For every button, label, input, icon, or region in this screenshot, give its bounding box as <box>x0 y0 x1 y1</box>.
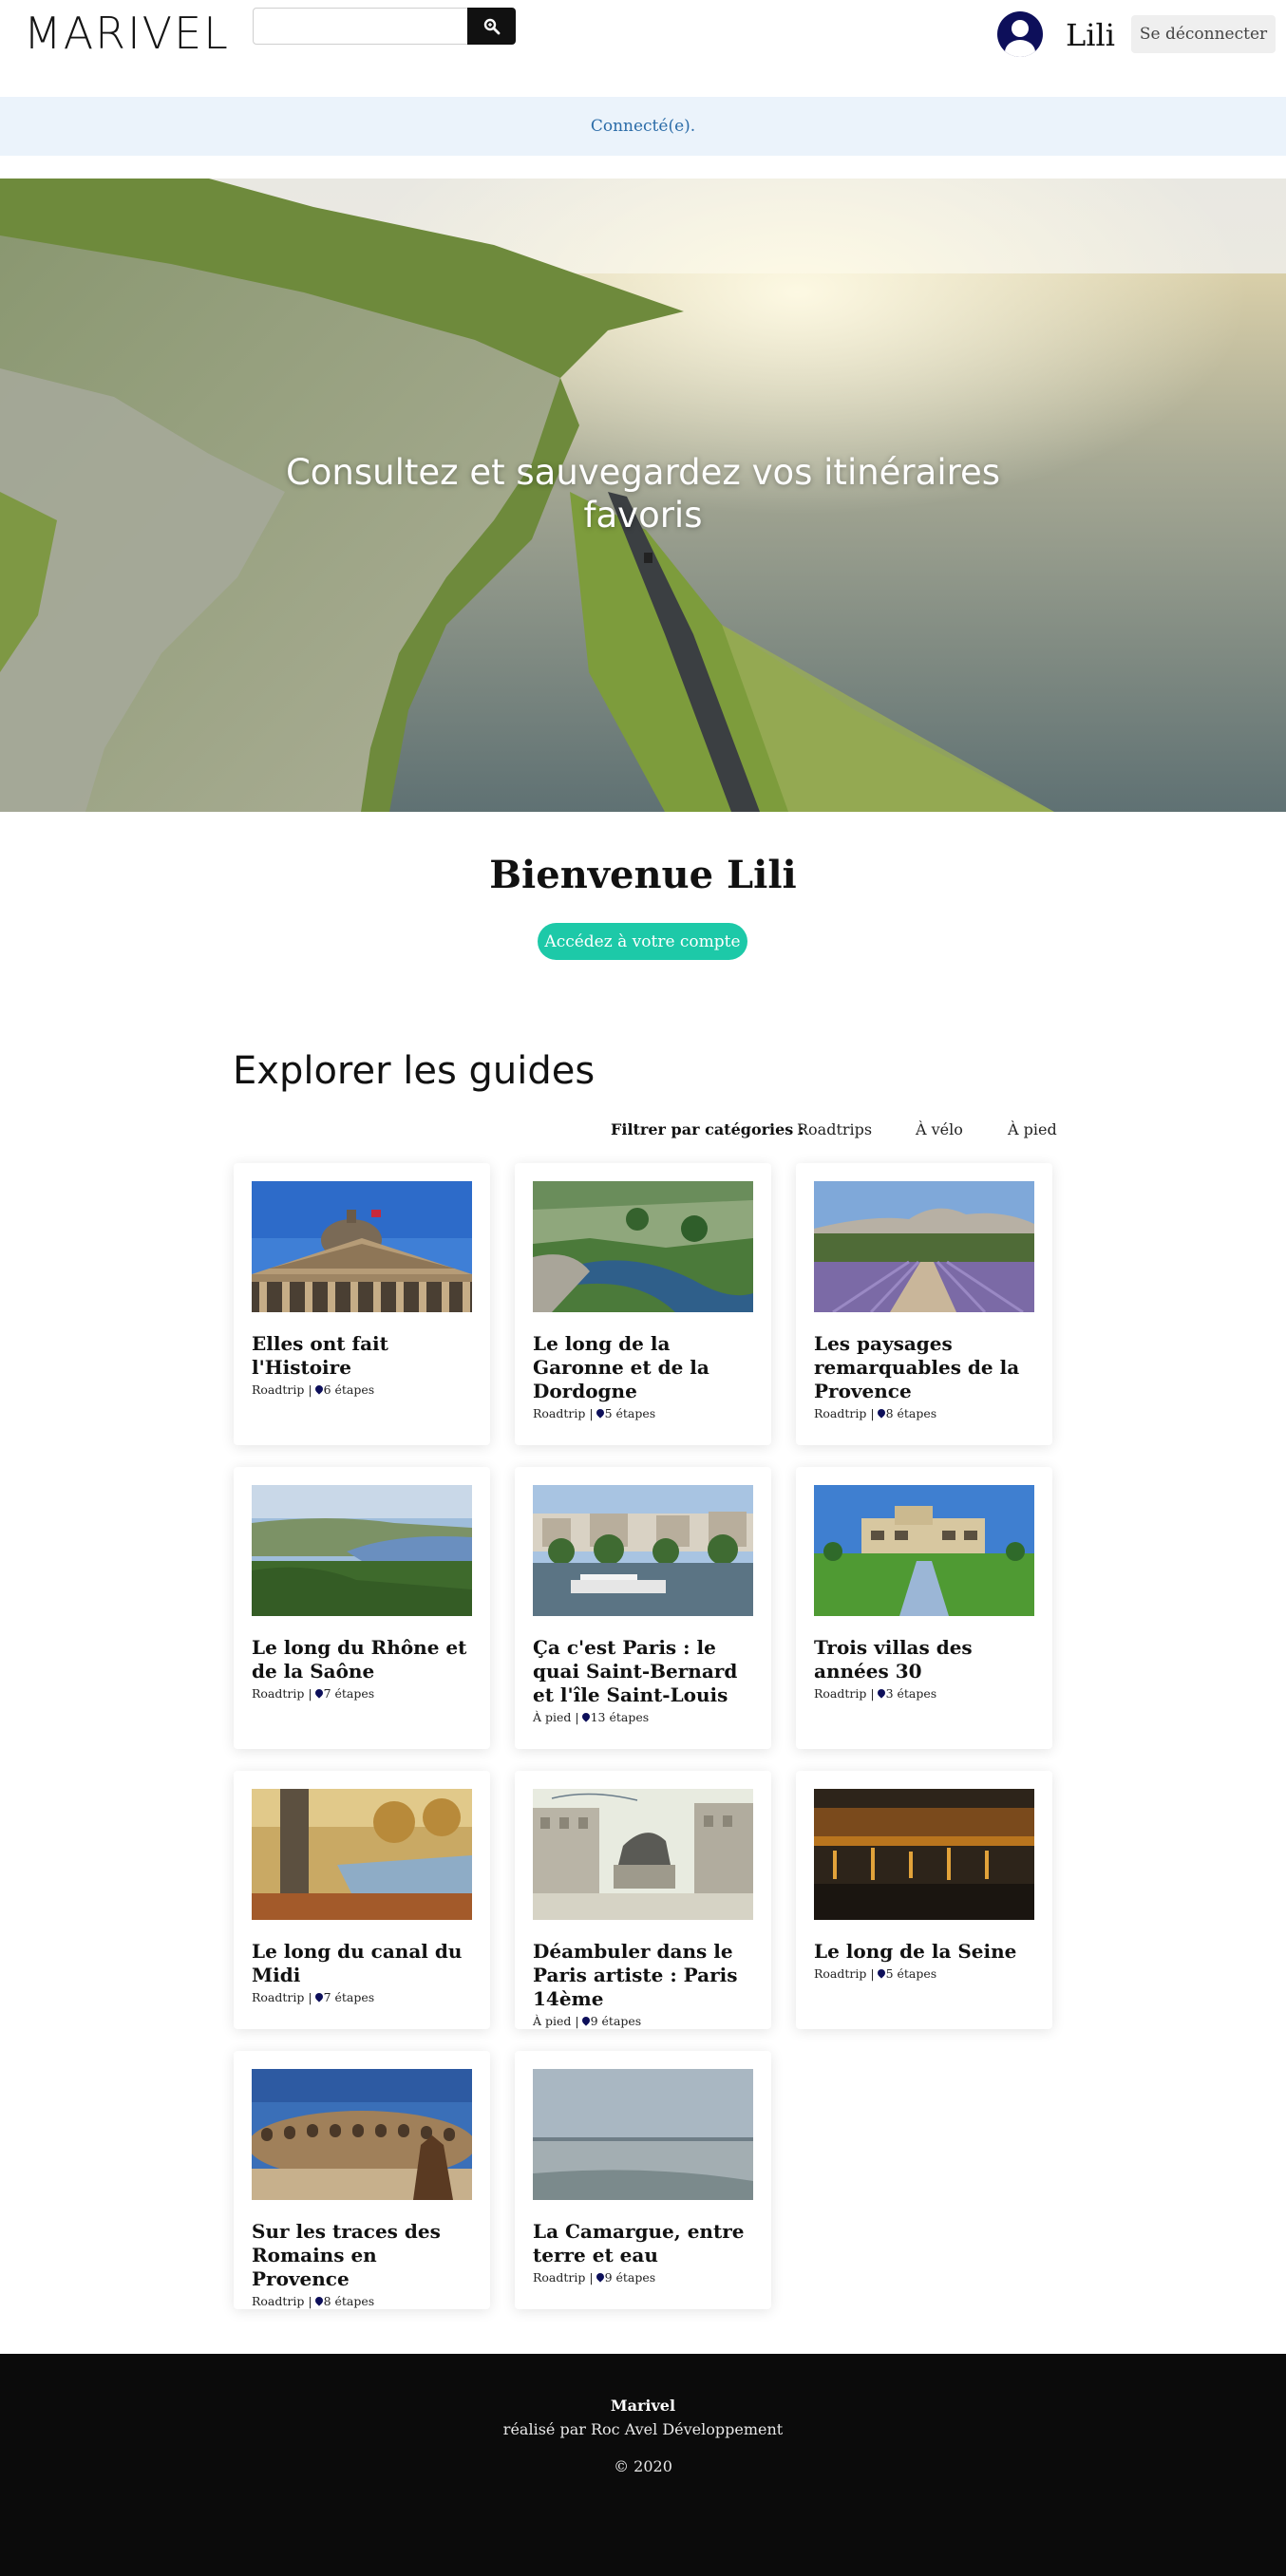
guide-image-seine <box>814 1789 1034 1920</box>
flash-message: Connecté(e). <box>0 97 1286 156</box>
search-icon <box>483 18 500 34</box>
map-marker-icon <box>875 1687 887 1699</box>
guide-meta: À pied | 13 étapes <box>533 1710 650 1724</box>
map-marker-icon <box>579 1711 592 1722</box>
hero-title: Consultez et sauvegardez vos itinéraires… <box>285 452 1001 536</box>
guide-image-paris-14 <box>533 1789 753 1920</box>
guide-meta: Roadtrip | 6 étapes <box>252 1382 375 1397</box>
guide-image-provence <box>814 1181 1034 1312</box>
guide-title: Le long du canal du Midi Roadtrip | 7 éta… <box>252 1940 476 2006</box>
guide-card[interactable]: Le long du canal du Midi Roadtrip | 7 éta… <box>234 1771 490 2029</box>
account-button[interactable]: Accédez à votre compte <box>538 923 747 960</box>
logout-button[interactable]: Se déconnecter <box>1131 15 1276 53</box>
guide-card[interactable]: Elles ont fait l'Histoire Roadtrip | 6 ét… <box>234 1163 490 1445</box>
guide-image-dordogne <box>533 1181 753 1312</box>
guide-title: Trois villas des années 30 Roadtrip | 3 é… <box>814 1636 1038 1702</box>
guide-card[interactable]: Le long de la Garonne et de la Dordogne … <box>515 1163 771 1445</box>
map-marker-icon <box>312 1991 325 2003</box>
site-header: MARIVEL Lili Se déconnecter <box>0 0 1286 68</box>
guide-title: Elles ont fait l'Histoire Roadtrip | 6 ét… <box>252 1332 476 1399</box>
map-marker-icon <box>875 1407 887 1419</box>
guide-image-rhone <box>252 1485 472 1616</box>
site-logo[interactable]: MARIVEL <box>24 8 230 59</box>
guide-card[interactable]: Le long de la Seine Roadtrip | 5 étapes <box>796 1771 1052 2029</box>
guide-image-pantheon <box>252 1181 472 1312</box>
footer-copyright: © 2020 <box>614 2457 672 2475</box>
guide-meta: Roadtrip | 5 étapes <box>814 1966 937 1981</box>
guide-meta: Roadtrip | 8 étapes <box>252 2294 375 2308</box>
guide-image-villas <box>814 1485 1034 1616</box>
filter-label: Filtrer par catégories : <box>611 1120 804 1138</box>
guide-card[interactable]: La Camargue, entre terre et eau Roadtrip… <box>515 2051 771 2309</box>
map-marker-icon <box>875 1967 887 1979</box>
welcome-title: Bienvenue Lili <box>489 853 797 897</box>
guide-title: La Camargue, entre terre et eau Roadtrip… <box>533 2220 757 2286</box>
guide-title: Les paysages remarquables de la Provence… <box>814 1332 1038 1422</box>
guide-card[interactable]: Déambuler dans le Paris artiste : Paris … <box>515 1771 771 2029</box>
guide-card[interactable]: Ça c'est Paris : le quai Saint-Bernard e… <box>515 1467 771 1749</box>
guide-title: Le long de la Seine Roadtrip | 5 étapes <box>814 1940 1038 1983</box>
map-marker-icon <box>579 2015 592 2026</box>
guide-card[interactable]: Sur les traces des Romains en Provence R… <box>234 2051 490 2309</box>
guide-image-camargue <box>533 2069 753 2200</box>
guide-card[interactable]: Le long du Rhône et de la Saône Roadtrip… <box>234 1467 490 1749</box>
user-circle-icon[interactable] <box>997 11 1043 57</box>
guide-card[interactable]: Les paysages remarquables de la Provence… <box>796 1163 1052 1445</box>
guide-meta: Roadtrip | 9 étapes <box>533 2270 656 2285</box>
guide-image-paris-quai <box>533 1485 753 1616</box>
guide-title: Déambuler dans le Paris artiste : Paris … <box>533 1940 757 2030</box>
map-marker-icon <box>312 1383 325 1395</box>
site-footer: Marivel réalisé par Roc Avel Développeme… <box>0 2354 1286 2576</box>
guide-meta: À pied | 9 étapes <box>533 2014 642 2028</box>
filter-roadtrips[interactable]: Roadtrips <box>797 1120 872 1138</box>
guide-meta: Roadtrip | 5 étapes <box>533 1406 656 1420</box>
footer-brand: Marivel <box>610 2397 676 2415</box>
guide-title: Ça c'est Paris : le quai Saint-Bernard e… <box>533 1636 757 1726</box>
guide-image-canal-midi <box>252 1789 472 1920</box>
filter-pied[interactable]: À pied <box>1008 1120 1057 1138</box>
search-button[interactable] <box>467 8 516 45</box>
map-marker-icon <box>312 2295 325 2306</box>
guide-title: Le long du Rhône et de la Saône Roadtrip… <box>252 1636 476 1702</box>
map-marker-icon <box>312 1687 325 1699</box>
guide-meta: Roadtrip | 7 étapes <box>252 1990 375 2004</box>
guide-meta: Roadtrip | 7 étapes <box>252 1686 375 1701</box>
username: Lili <box>1066 17 1115 53</box>
footer-credit: réalisé par Roc Avel Développement <box>502 2420 784 2438</box>
guide-meta: Roadtrip | 3 étapes <box>814 1686 937 1701</box>
guide-title: Sur les traces des Romains en Provence R… <box>252 2220 476 2310</box>
guide-title: Le long de la Garonne et de la Dordogne … <box>533 1332 757 1422</box>
guide-card[interactable]: Trois villas des années 30 Roadtrip | 3 é… <box>796 1467 1052 1749</box>
guide-image-nimes-arenes <box>252 2069 472 2200</box>
search-input[interactable] <box>253 8 468 45</box>
map-marker-icon <box>594 1407 606 1419</box>
hero-banner: Consultez et sauvegardez vos itinéraires… <box>0 179 1286 812</box>
filter-velo[interactable]: À vélo <box>916 1120 963 1138</box>
map-marker-icon <box>594 2271 606 2283</box>
guide-meta: Roadtrip | 8 étapes <box>814 1406 937 1420</box>
guides-title: Explorer les guides <box>233 1049 596 1093</box>
